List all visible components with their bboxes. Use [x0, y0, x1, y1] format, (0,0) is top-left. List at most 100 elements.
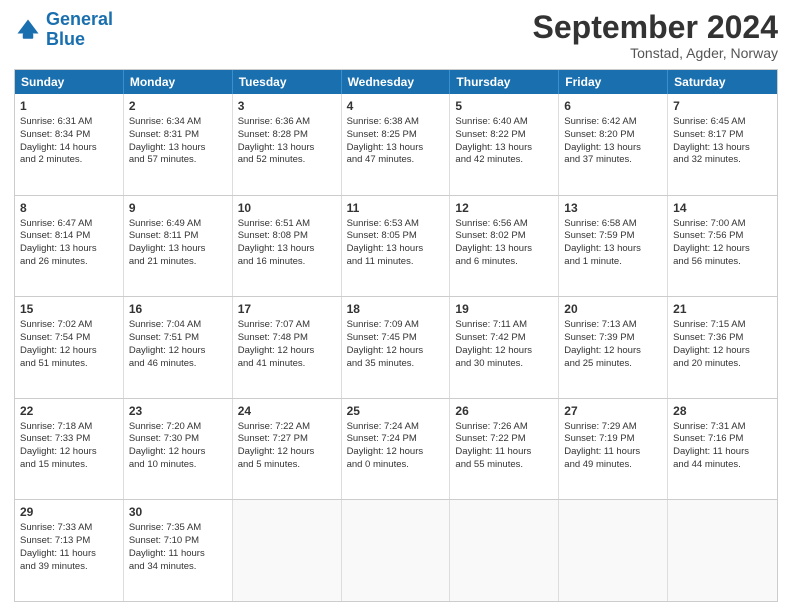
cell-line: and 16 minutes. — [238, 256, 336, 269]
cell-line: Sunset: 8:08 PM — [238, 230, 336, 243]
cell-line: Daylight: 13 hours — [238, 142, 336, 155]
cell-line: Sunset: 8:31 PM — [129, 129, 227, 142]
day-cell-15: 15Sunrise: 7:02 AMSunset: 7:54 PMDayligh… — [15, 297, 124, 398]
day-cell-11: 11Sunrise: 6:53 AMSunset: 8:05 PMDayligh… — [342, 196, 451, 297]
cell-line: Sunrise: 6:53 AM — [347, 218, 445, 231]
day-cell-8: 8Sunrise: 6:47 AMSunset: 8:14 PMDaylight… — [15, 196, 124, 297]
day-cell-13: 13Sunrise: 6:58 AMSunset: 7:59 PMDayligh… — [559, 196, 668, 297]
logo-icon — [14, 16, 42, 44]
day-cell-28: 28Sunrise: 7:31 AMSunset: 7:16 PMDayligh… — [668, 399, 777, 500]
day-cell-3: 3Sunrise: 6:36 AMSunset: 8:28 PMDaylight… — [233, 94, 342, 195]
cell-line: Sunrise: 6:34 AM — [129, 116, 227, 129]
cell-line: and 52 minutes. — [238, 154, 336, 167]
cell-line: Sunrise: 7:11 AM — [455, 319, 553, 332]
day-number: 6 — [564, 98, 662, 115]
cell-line: Daylight: 12 hours — [564, 345, 662, 358]
day-cell-23: 23Sunrise: 7:20 AMSunset: 7:30 PMDayligh… — [124, 399, 233, 500]
cell-line: Sunrise: 7:07 AM — [238, 319, 336, 332]
header-day-friday: Friday — [559, 70, 668, 94]
cell-line: Sunset: 7:42 PM — [455, 332, 553, 345]
day-number: 27 — [564, 403, 662, 420]
cell-line: Sunset: 8:17 PM — [673, 129, 772, 142]
cell-line: and 34 minutes. — [129, 561, 227, 574]
day-cell-24: 24Sunrise: 7:22 AMSunset: 7:27 PMDayligh… — [233, 399, 342, 500]
cell-line: Daylight: 13 hours — [347, 142, 445, 155]
cell-line: Sunset: 8:05 PM — [347, 230, 445, 243]
cell-line: and 21 minutes. — [129, 256, 227, 269]
day-number: 21 — [673, 301, 772, 318]
cell-line: Sunrise: 7:09 AM — [347, 319, 445, 332]
cell-line: Sunset: 7:51 PM — [129, 332, 227, 345]
day-number: 22 — [20, 403, 118, 420]
day-number: 16 — [129, 301, 227, 318]
cell-line: Daylight: 13 hours — [455, 243, 553, 256]
subtitle: Tonstad, Agder, Norway — [533, 45, 778, 61]
month-title: September 2024 — [533, 10, 778, 45]
cell-line: Daylight: 12 hours — [455, 345, 553, 358]
cell-line: and 51 minutes. — [20, 358, 118, 371]
cell-line: Sunrise: 6:31 AM — [20, 116, 118, 129]
day-number: 20 — [564, 301, 662, 318]
cell-line: Sunset: 7:33 PM — [20, 433, 118, 446]
cell-line: Sunrise: 7:22 AM — [238, 421, 336, 434]
logo: General Blue — [14, 10, 113, 50]
cell-line: and 46 minutes. — [129, 358, 227, 371]
cell-line: Sunrise: 7:04 AM — [129, 319, 227, 332]
logo-line2: Blue — [46, 29, 85, 49]
day-number: 18 — [347, 301, 445, 318]
title-block: September 2024 Tonstad, Agder, Norway — [533, 10, 778, 61]
cell-line: Daylight: 12 hours — [238, 345, 336, 358]
cell-line: Sunset: 7:27 PM — [238, 433, 336, 446]
cell-line: Daylight: 11 hours — [455, 446, 553, 459]
cell-line: Sunset: 7:48 PM — [238, 332, 336, 345]
cell-line: Sunrise: 7:31 AM — [673, 421, 772, 434]
header-day-tuesday: Tuesday — [233, 70, 342, 94]
cell-line: Sunset: 7:59 PM — [564, 230, 662, 243]
day-cell-4: 4Sunrise: 6:38 AMSunset: 8:25 PMDaylight… — [342, 94, 451, 195]
day-number: 7 — [673, 98, 772, 115]
day-cell-10: 10Sunrise: 6:51 AMSunset: 8:08 PMDayligh… — [233, 196, 342, 297]
day-cell-17: 17Sunrise: 7:07 AMSunset: 7:48 PMDayligh… — [233, 297, 342, 398]
cell-line: and 10 minutes. — [129, 459, 227, 472]
day-number: 25 — [347, 403, 445, 420]
cell-line: Sunset: 8:34 PM — [20, 129, 118, 142]
day-cell-30: 30Sunrise: 7:35 AMSunset: 7:10 PMDayligh… — [124, 500, 233, 601]
cell-line: Sunset: 8:14 PM — [20, 230, 118, 243]
cell-line: and 41 minutes. — [238, 358, 336, 371]
day-cell-18: 18Sunrise: 7:09 AMSunset: 7:45 PMDayligh… — [342, 297, 451, 398]
cell-line: Daylight: 12 hours — [20, 345, 118, 358]
page: General Blue September 2024 Tonstad, Agd… — [0, 0, 792, 612]
cell-line: Daylight: 13 hours — [129, 243, 227, 256]
cell-line: Daylight: 13 hours — [455, 142, 553, 155]
cell-line: Sunrise: 6:36 AM — [238, 116, 336, 129]
header-day-saturday: Saturday — [668, 70, 777, 94]
cell-line: Sunset: 7:13 PM — [20, 535, 118, 548]
cell-line: Sunrise: 7:02 AM — [20, 319, 118, 332]
cell-line: Sunrise: 7:35 AM — [129, 522, 227, 535]
day-cell-7: 7Sunrise: 6:45 AMSunset: 8:17 PMDaylight… — [668, 94, 777, 195]
cell-line: Sunset: 8:11 PM — [129, 230, 227, 243]
day-number: 4 — [347, 98, 445, 115]
cell-line: and 56 minutes. — [673, 256, 772, 269]
cell-line: Sunset: 7:22 PM — [455, 433, 553, 446]
cell-line: and 47 minutes. — [347, 154, 445, 167]
day-number: 5 — [455, 98, 553, 115]
cell-line: Daylight: 12 hours — [347, 446, 445, 459]
day-number: 14 — [673, 200, 772, 217]
cell-line: Daylight: 13 hours — [347, 243, 445, 256]
cell-line: Sunrise: 7:20 AM — [129, 421, 227, 434]
day-number: 10 — [238, 200, 336, 217]
cell-line: Sunset: 7:56 PM — [673, 230, 772, 243]
cell-line: Daylight: 11 hours — [129, 548, 227, 561]
cell-line: Sunset: 7:16 PM — [673, 433, 772, 446]
cell-line: and 25 minutes. — [564, 358, 662, 371]
cell-line: and 57 minutes. — [129, 154, 227, 167]
calendar-row-5: 29Sunrise: 7:33 AMSunset: 7:13 PMDayligh… — [15, 499, 777, 601]
cell-line: and 11 minutes. — [347, 256, 445, 269]
cell-line: Sunset: 8:25 PM — [347, 129, 445, 142]
header-day-thursday: Thursday — [450, 70, 559, 94]
day-number: 30 — [129, 504, 227, 521]
cell-line: Daylight: 12 hours — [673, 345, 772, 358]
cell-line: and 6 minutes. — [455, 256, 553, 269]
cell-line: Daylight: 13 hours — [238, 243, 336, 256]
